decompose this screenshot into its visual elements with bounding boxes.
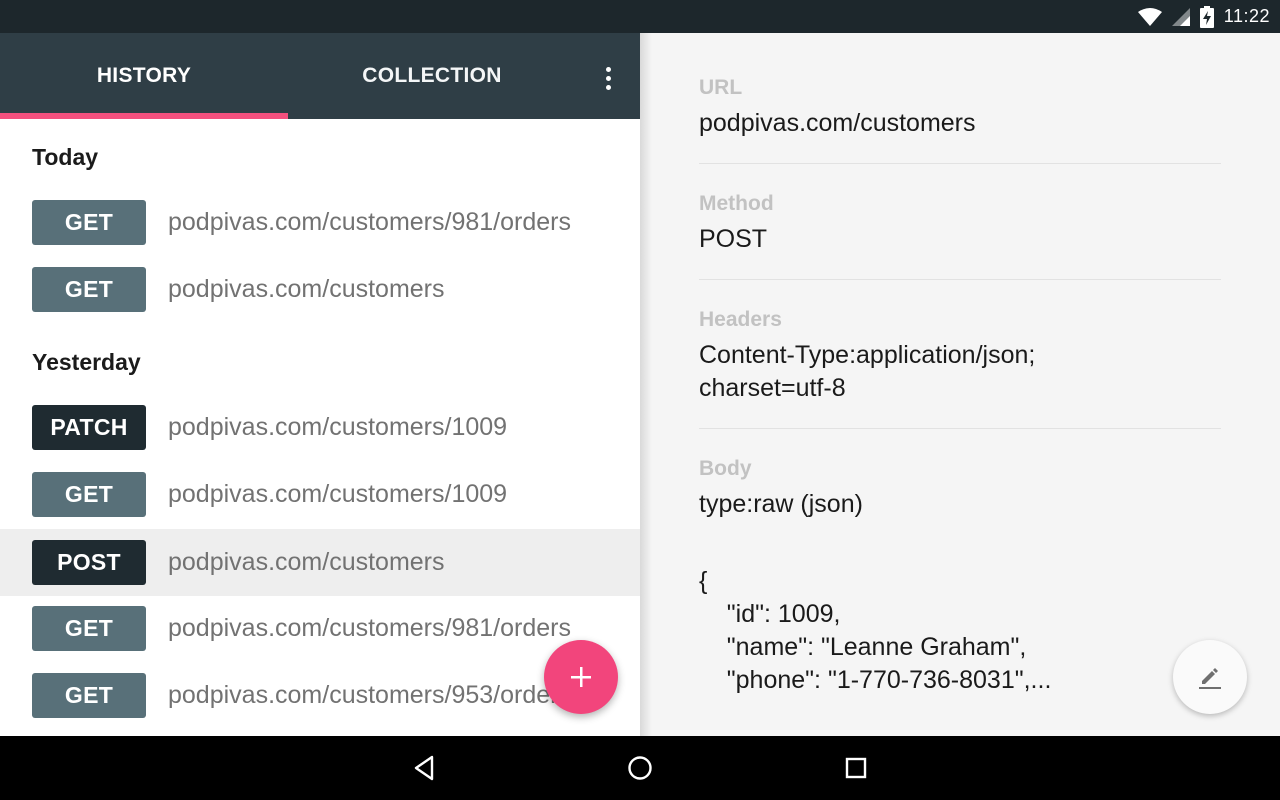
history-row[interactable]: GET podpivas.com/customers/981/orders [0, 595, 640, 662]
status-time: 11:22 [1223, 6, 1270, 26]
headers-value-line2: charset=utf-8 [699, 374, 846, 402]
request-url: podpivas.com/customers [168, 548, 445, 576]
method-badge: PATCH [32, 405, 146, 450]
history-row[interactable]: GET podpivas.com/customers/1009 [0, 461, 640, 528]
request-detail-panel: URL podpivas.com/customers Method POST H… [652, 33, 1280, 736]
separator [699, 279, 1221, 280]
request-url: podpivas.com/customers/981/orders [168, 614, 571, 642]
status-bar: 11:22 [0, 0, 1280, 33]
recents-icon[interactable] [836, 748, 876, 788]
method-label: Method [699, 192, 774, 215]
body-label: Body [699, 457, 752, 480]
status-icons: 11:22 [1137, 0, 1270, 33]
plus-icon [571, 667, 591, 687]
headers-value-line1: Content-Type:application/json; [699, 341, 1036, 369]
battery-charging-icon [1199, 5, 1214, 28]
history-row[interactable]: PATCH podpivas.com/customers/1009 [0, 394, 640, 461]
method-badge: GET [32, 673, 146, 718]
navigation-bar [0, 736, 1280, 800]
request-url: podpivas.com/customers [168, 275, 445, 303]
method-value: POST [699, 225, 768, 253]
url-label: URL [699, 76, 743, 99]
signal-icon [1171, 7, 1190, 26]
pencil-icon [1199, 668, 1221, 689]
history-row[interactable]: GET podpivas.com/customers [0, 256, 640, 323]
history-row[interactable]: GET podpivas.com/customers/981/orders [0, 189, 640, 256]
home-icon[interactable] [620, 748, 660, 788]
separator [699, 428, 1221, 429]
tab-history[interactable]: HISTORY [0, 33, 288, 119]
method-badge: GET [32, 472, 146, 517]
tab-collection[interactable]: COLLECTION [288, 33, 576, 119]
panel-divider [640, 33, 652, 736]
request-url: podpivas.com/customers/981/orders [168, 208, 571, 236]
edit-request-button[interactable] [1173, 640, 1247, 714]
tab-bar: HISTORY COLLECTION [0, 33, 640, 119]
request-url: podpivas.com/customers/1009 [168, 480, 508, 508]
add-request-button[interactable] [544, 640, 618, 714]
section-title-yesterday: Yesterday [32, 349, 141, 375]
section-title-today: Today [32, 144, 99, 170]
separator [699, 163, 1221, 164]
method-badge: POST [32, 540, 146, 585]
method-badge: GET [32, 200, 146, 245]
method-badge: GET [32, 267, 146, 312]
request-url: podpivas.com/customers/953/orders [168, 681, 571, 709]
tab-indicator [0, 113, 288, 119]
wifi-icon [1137, 7, 1162, 26]
headers-label: Headers [699, 308, 782, 331]
back-icon[interactable] [404, 748, 444, 788]
history-row-selected[interactable]: POST podpivas.com/customers [0, 529, 640, 596]
url-value: podpivas.com/customers [699, 109, 976, 137]
overflow-menu-icon[interactable] [588, 58, 628, 98]
method-badge: GET [32, 606, 146, 651]
body-json: { "id": 1009, "name": "Leanne Graham", "… [699, 567, 1052, 694]
request-url: podpivas.com/customers/1009 [168, 413, 508, 441]
body-type: type:raw (json) [699, 490, 863, 518]
history-panel: HISTORY COLLECTION Today GET podpivas.co… [0, 33, 640, 736]
